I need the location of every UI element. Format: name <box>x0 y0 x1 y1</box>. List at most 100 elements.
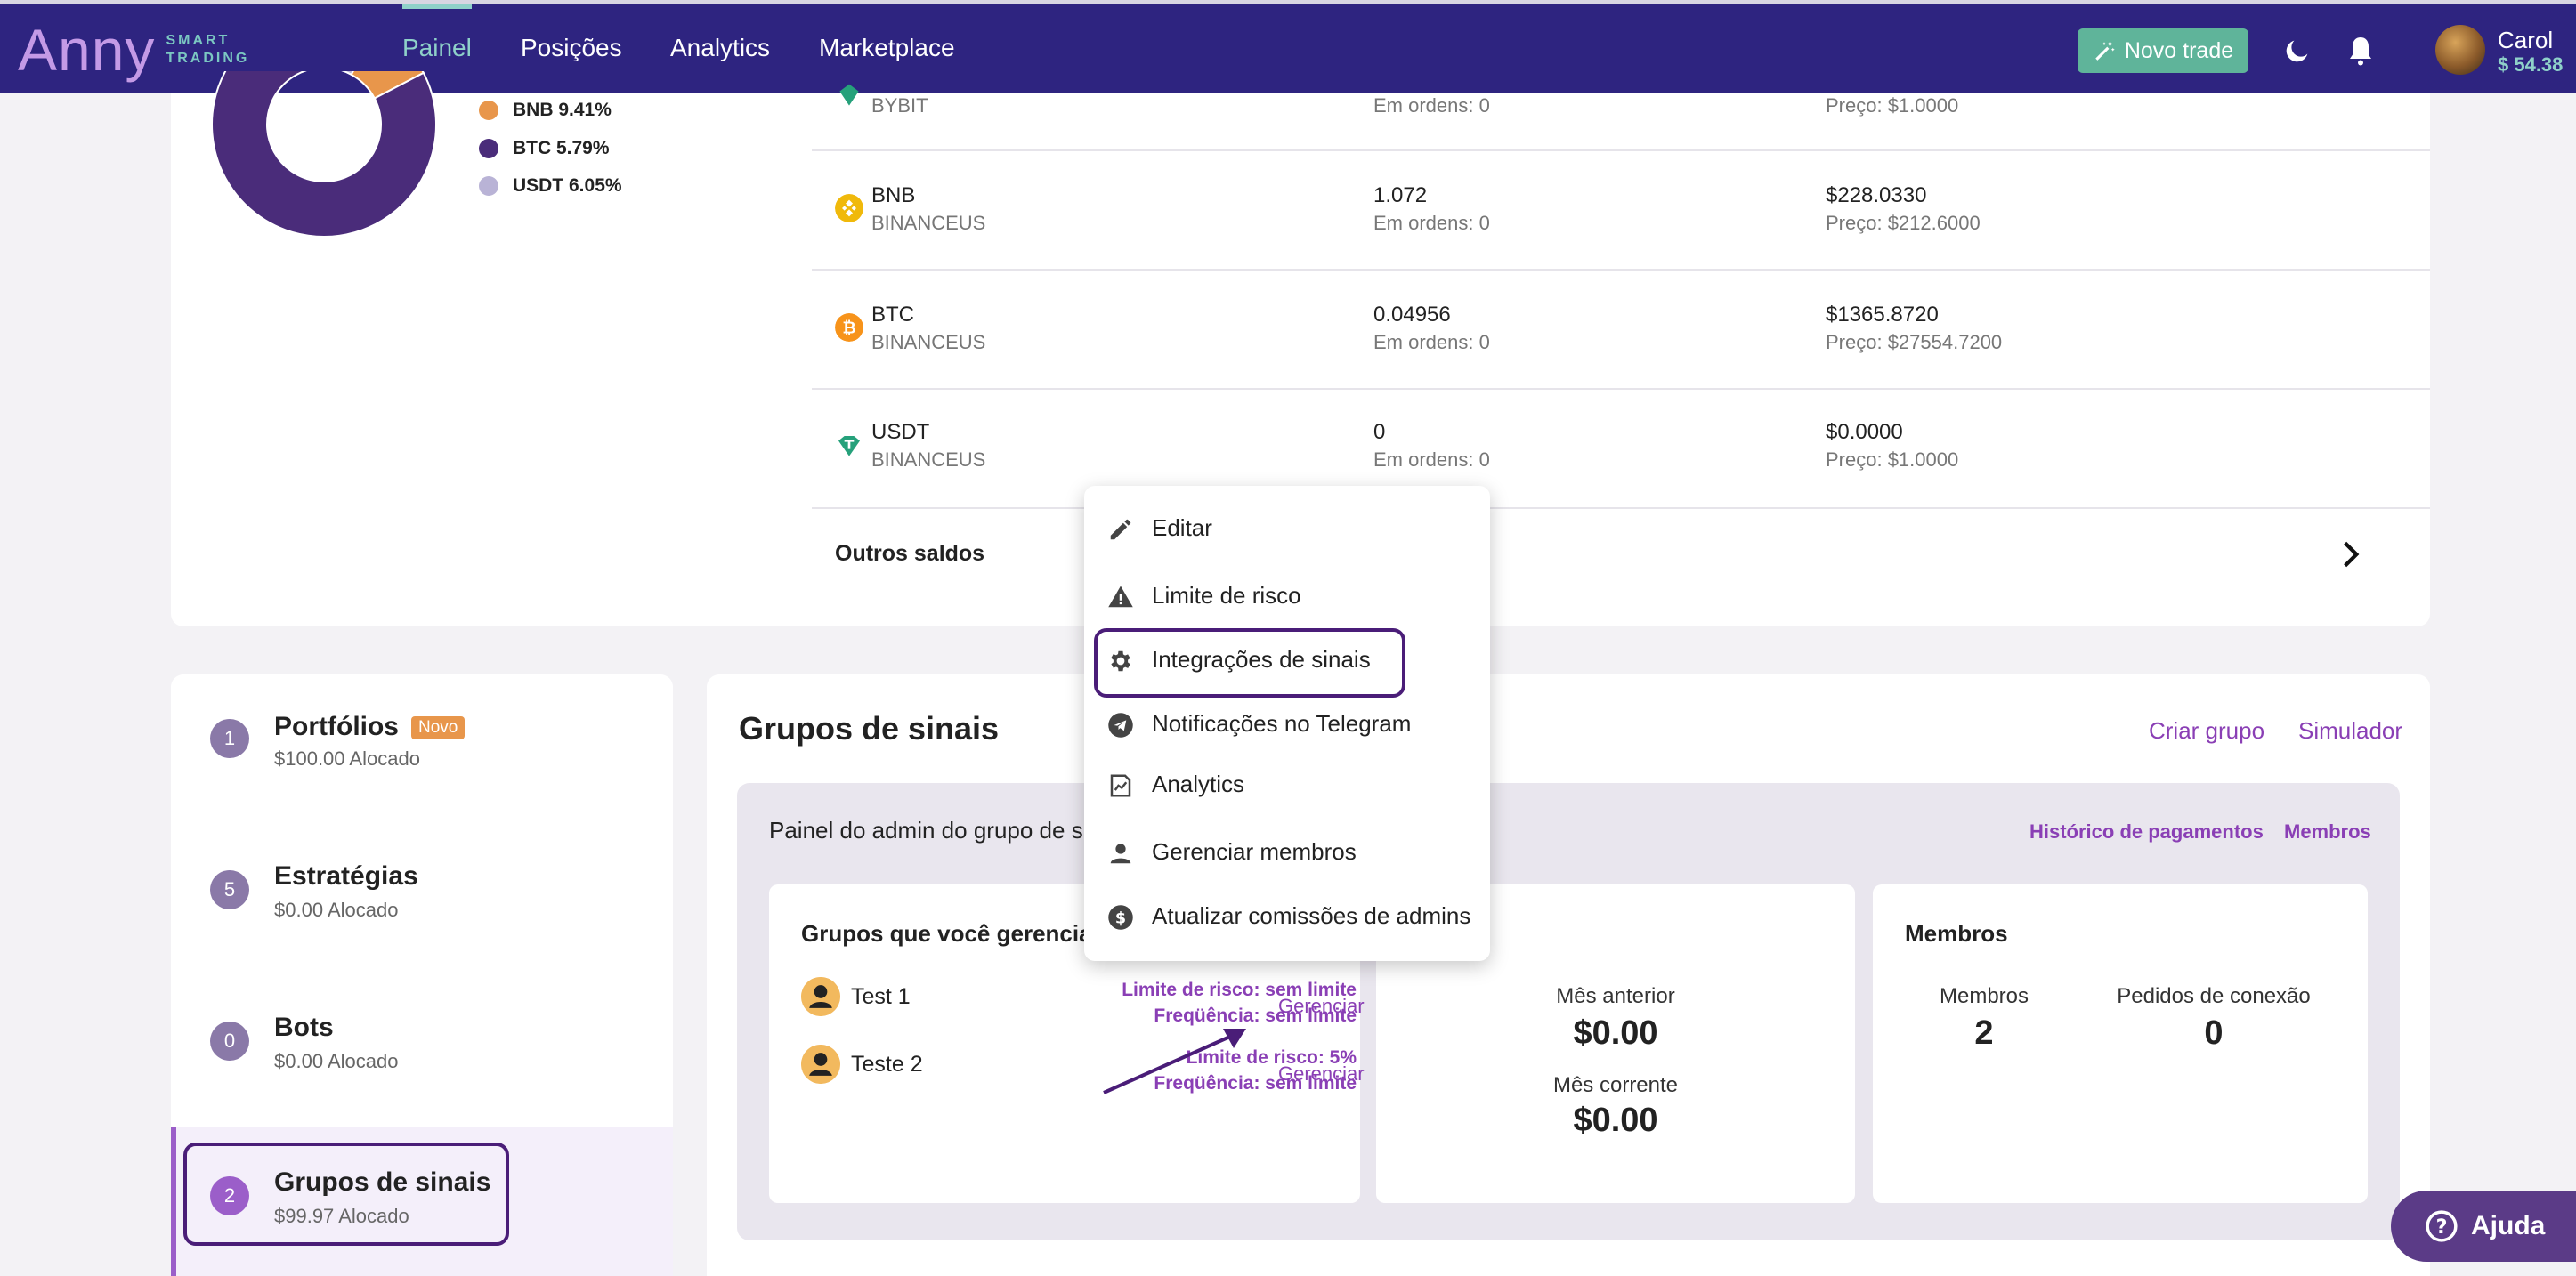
asset-row-usdt-bybit[interactable]: BYBIT Em ordens: 0 Preço: $1.0000 <box>812 30 2430 151</box>
legend-bnb-swatch <box>479 101 498 120</box>
menu-item-risk-limit[interactable]: Limite de risco <box>1084 569 1490 623</box>
legend-usdt-label: USDT 6.05% <box>513 175 622 196</box>
user-name[interactable]: Carol <box>2498 27 2553 54</box>
asset-price: Preço: $27554.7200 <box>1826 331 2003 353</box>
current-month-label: Mês corrente <box>1552 1073 1679 1097</box>
bnb-icon <box>835 194 863 222</box>
menu-label: Editar <box>1152 514 1212 541</box>
asset-row-btc[interactable]: ₿ BTC BINANCEUS 0.04956 Em ordens: 0 $13… <box>812 269 2430 390</box>
legend-usdt: USDT 6.05% <box>479 175 622 197</box>
legend-usdt-swatch <box>479 176 498 196</box>
menu-item-update-commissions[interactable]: $ Atualizar comissões de admins <box>1084 890 1490 943</box>
asset-price: Preço: $1.0000 <box>1826 94 1959 117</box>
current-month-value: $0.00 <box>1573 1102 1658 1139</box>
question-icon: ? <box>2426 1210 2458 1242</box>
avatar[interactable] <box>2435 25 2485 75</box>
help-button[interactable]: ? Ajuda <box>2391 1191 2576 1262</box>
manage-group-button[interactable]: Gerenciar <box>1278 1062 1365 1086</box>
asset-price: Preço: $1.0000 <box>1826 448 1959 471</box>
pencil-icon <box>1110 519 1131 540</box>
menu-label: Gerenciar membros <box>1152 838 1357 865</box>
asset-value: $0.0000 <box>1826 420 1903 444</box>
chevron-right-icon[interactable] <box>2339 539 2362 569</box>
sidebar-title: Portfólios Novo <box>274 712 466 742</box>
sidebar-count: 1 <box>210 719 249 758</box>
asset-exchange: BINANCEUS <box>871 331 986 353</box>
analytics-icon <box>1110 774 1131 797</box>
asset-price: Preço: $212.6000 <box>1826 212 1981 234</box>
highlight-signal-groups <box>183 1143 509 1246</box>
payment-history-link[interactable]: Histórico de pagamentos <box>2029 820 2264 844</box>
legend-btc-swatch <box>479 139 498 158</box>
managed-groups-title: Grupos que você gerencia <box>801 920 1092 947</box>
asset-name: USDT <box>871 420 930 444</box>
usdt-icon <box>838 436 860 456</box>
signal-groups-card: Grupos de sinais Criar grupo Simulador P… <box>707 674 2430 1276</box>
svg-text:$: $ <box>1115 909 1126 927</box>
members-count-label: Membros <box>1939 984 2029 1008</box>
sidebar-item-portfolios[interactable]: 1 Portfólios Novo $100.00 Alocado <box>171 674 673 808</box>
user-balance: $ 54.38 <box>2498 53 2564 76</box>
btc-icon: ₿ <box>835 313 863 342</box>
asset-qty: 1.072 <box>1373 183 1428 207</box>
menu-item-analytics[interactable]: Analytics <box>1084 758 1490 812</box>
connection-requests-label: Pedidos de conexão <box>2117 984 2311 1008</box>
other-balances-label[interactable]: Outros saldos <box>835 541 984 567</box>
new-badge: Novo <box>411 716 466 740</box>
sidebar-title-text: Portfólios <box>274 712 399 741</box>
asset-value: $1365.8720 <box>1826 303 1939 327</box>
members-card: Membros Membros 2 Pedidos de conexão 0 <box>1873 884 2368 1203</box>
previous-month-label: Mês anterior <box>1556 984 1675 1008</box>
asset-value: $228.0330 <box>1826 183 1927 207</box>
menu-label: Analytics <box>1152 771 1245 797</box>
connection-requests-value: 0 <box>2204 1014 2224 1052</box>
asset-orders: Em ordens: 0 <box>1373 331 1490 353</box>
person-icon <box>1110 844 1131 864</box>
members-count-value: 2 <box>1974 1014 1994 1052</box>
asset-name: BNB <box>871 183 916 207</box>
nav-posicoes[interactable]: Posições <box>521 4 622 93</box>
highlight-signal-integrations <box>1094 628 1405 698</box>
legend-bnb: BNB 9.41% <box>479 100 612 121</box>
legend-btc-label: BTC 5.79% <box>513 138 610 158</box>
logo[interactable]: Anny SMART TRADING <box>18 17 250 83</box>
asset-qty: 0.04956 <box>1373 303 1451 327</box>
nav-analytics[interactable]: Analytics <box>670 4 770 93</box>
legend-btc: BTC 5.79% <box>479 138 610 159</box>
menu-label: Notificações no Telegram <box>1152 710 1412 737</box>
create-group-link[interactable]: Criar grupo <box>2149 717 2264 745</box>
group-context-menu: Editar Limite de risco Integrações de si… <box>1084 486 1490 961</box>
menu-item-manage-members[interactable]: Gerenciar membros <box>1084 826 1490 879</box>
svg-text:?: ? <box>2436 1215 2448 1239</box>
telegram-icon <box>1108 713 1133 738</box>
manage-group-button[interactable]: Gerenciar <box>1278 995 1365 1018</box>
asset-exchange: BINANCEUS <box>871 448 986 471</box>
person-icon <box>801 977 840 1016</box>
members-card-title: Membros <box>1905 920 2008 947</box>
menu-item-telegram[interactable]: Notificações no Telegram <box>1084 698 1490 751</box>
sidebar-sub: $0.00 Alocado <box>274 899 399 921</box>
asset-row-bnb[interactable]: BNB BINANCEUS 1.072 Em ordens: 0 $228.03… <box>812 149 2430 271</box>
dollar-icon: $ <box>1108 905 1133 930</box>
usdt-icon <box>839 84 859 106</box>
asset-qty: 0 <box>1373 420 1386 444</box>
menu-item-edit[interactable]: Editar <box>1084 502 1490 555</box>
menu-label: Limite de risco <box>1152 582 1301 609</box>
members-link[interactable]: Membros <box>2284 820 2371 844</box>
sidebar-title: Bots <box>274 1013 334 1042</box>
asset-name: BTC <box>871 303 914 327</box>
sidebar-count: 5 <box>210 870 249 909</box>
asset-orders: Em ordens: 0 <box>1373 94 1490 117</box>
sidebar-item-strategies[interactable]: 5 Estratégias $0.00 Alocado <box>171 824 673 957</box>
portfolio-donut-chart <box>211 71 437 238</box>
asset-row-usdt[interactable]: USDT BINANCEUS 0 Em ordens: 0 $0.0000 Pr… <box>812 388 2430 509</box>
simulator-link[interactable]: Simulador <box>2298 717 2402 745</box>
legend-bnb-label: BNB 9.41% <box>513 100 612 120</box>
sidebar-item-bots[interactable]: 0 Bots $0.00 Alocado <box>171 975 673 1109</box>
sidebar-sub: $100.00 Alocado <box>274 747 420 770</box>
logo-tagline: SMART TRADING <box>166 33 250 66</box>
svg-text:₿: ₿ <box>842 319 855 338</box>
annotation-arrow <box>1103 1029 1246 1094</box>
logo-wordmark: Anny <box>18 17 156 83</box>
group-name: Teste 2 <box>851 1052 923 1077</box>
